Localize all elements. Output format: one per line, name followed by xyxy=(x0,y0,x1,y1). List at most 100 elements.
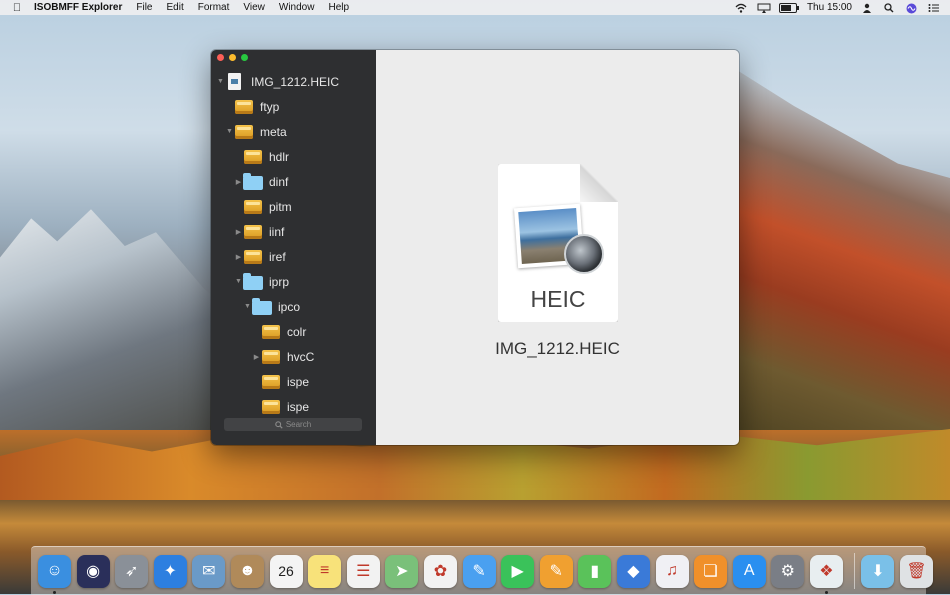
tree-row-label: iinf xyxy=(269,224,285,239)
tree-row[interactable]: ispe xyxy=(211,369,376,394)
tree-row-label: ispe xyxy=(287,399,310,414)
tree-row[interactable]: ▼ iprp xyxy=(211,269,376,294)
close-button[interactable] xyxy=(217,54,224,61)
reminders-icon[interactable]: ☰ xyxy=(346,554,380,588)
box-tree-sidebar: ▼ IMG_1212.HEIC ftyp ▼ meta hdlr ▶ dinf pitm ▶ iin… xyxy=(211,50,376,445)
itunes-icon[interactable]: ♫ xyxy=(655,554,689,588)
disclosure-triangle-icon[interactable]: ▶ xyxy=(234,178,243,186)
facetime-glyph: ▶ xyxy=(511,563,524,580)
siri-icon[interactable]: ◉ xyxy=(76,554,110,588)
messages-glyph: ✎ xyxy=(472,563,486,580)
menu-window[interactable]: Window xyxy=(279,2,315,13)
isobmff-explorer-icon[interactable]: ❖ xyxy=(809,554,843,594)
box-icon xyxy=(261,398,281,416)
numbers-glyph: ▮ xyxy=(590,563,600,580)
tree-row[interactable]: ▼ IMG_1212.HEIC xyxy=(211,69,376,94)
battery-icon[interactable] xyxy=(778,2,799,13)
clock[interactable]: Thu 15:00 xyxy=(807,2,852,13)
disclosure-triangle-icon[interactable]: ▼ xyxy=(216,78,225,85)
ibooks-glyph: ❏ xyxy=(703,563,718,580)
zoom-button[interactable] xyxy=(241,54,248,61)
tree-row[interactable]: colr xyxy=(211,319,376,344)
search-icon[interactable] xyxy=(884,2,896,13)
tree-row[interactable]: ispe xyxy=(211,394,376,415)
status-area: Thu 15:00 xyxy=(735,2,950,13)
pages-glyph: ✎ xyxy=(549,563,563,580)
preview-pane: HEIC IMG_1212.HEIC xyxy=(376,50,739,445)
notifications-icon[interactable] xyxy=(928,3,940,13)
tree-row[interactable]: ▶ iinf xyxy=(211,219,376,244)
siri-glyph: ◉ xyxy=(86,563,101,580)
system-preferences-icon[interactable]: ⚙ xyxy=(771,554,805,588)
messages-icon[interactable]: ✎ xyxy=(462,554,496,588)
ibooks-icon[interactable]: ❏ xyxy=(694,554,728,588)
system-preferences-glyph: ⚙ xyxy=(780,563,795,580)
siri-icon[interactable] xyxy=(906,3,918,13)
folder-icon xyxy=(243,172,263,191)
notes-glyph: ≡ xyxy=(319,562,330,579)
box-icon xyxy=(243,248,263,266)
disclosure-triangle-icon[interactable]: ▶ xyxy=(252,353,261,361)
tree-row[interactable]: pitm xyxy=(211,194,376,219)
tree-row[interactable]: ▼ meta xyxy=(211,119,376,144)
pages-icon[interactable]: ✎ xyxy=(539,554,573,588)
keynote-icon[interactable]: ◆ xyxy=(616,554,650,588)
disclosure-triangle-icon[interactable]: ▶ xyxy=(234,253,243,261)
tree-row[interactable]: ftyp xyxy=(211,94,376,119)
app-store-icon[interactable]: A xyxy=(732,554,766,588)
box-icon xyxy=(261,373,281,391)
photos-glyph: ✿ xyxy=(433,563,448,580)
search-icon xyxy=(275,420,283,429)
calendar-icon[interactable]: 26 xyxy=(269,554,303,588)
menu-view[interactable]: View xyxy=(243,2,265,13)
box-icon xyxy=(243,198,263,216)
launchpad-icon[interactable]: ➶ xyxy=(115,554,149,588)
menu-file[interactable]: File xyxy=(136,2,152,13)
maps-icon[interactable]: ➤ xyxy=(385,554,419,588)
tree-row[interactable]: ▼ ipco xyxy=(211,294,376,319)
finder-icon[interactable]: ☺ xyxy=(38,554,71,594)
downloads-folder-glyph: ⬇ xyxy=(871,563,885,580)
trash-icon[interactable]: 🗑 xyxy=(900,554,934,588)
menu-format[interactable]: Format xyxy=(198,2,230,13)
itunes-glyph: ♫ xyxy=(666,562,678,579)
running-indicator xyxy=(53,590,56,594)
apple-menu-icon[interactable]:  xyxy=(0,2,34,14)
finder-glyph: ☺ xyxy=(46,562,63,579)
minimize-button[interactable] xyxy=(229,54,236,61)
numbers-icon[interactable]: ▮ xyxy=(578,554,612,588)
tree-row-label: pitm xyxy=(269,199,292,214)
box-icon xyxy=(243,223,263,241)
mail-icon[interactable]: ✉ xyxy=(192,554,226,588)
facetime-icon[interactable]: ▶ xyxy=(501,554,535,588)
safari-icon[interactable]: ✦ xyxy=(153,554,187,588)
tree-row[interactable]: ▶ iref xyxy=(211,244,376,269)
app-menu[interactable]: ISOBMFF Explorer xyxy=(34,2,122,13)
wifi-icon[interactable] xyxy=(735,3,747,13)
tree-row-label: iref xyxy=(269,249,286,264)
disclosure-triangle-icon[interactable]: ▼ xyxy=(234,278,243,285)
search-field[interactable]: Search xyxy=(224,418,362,431)
user-icon[interactable] xyxy=(862,3,874,13)
disclosure-triangle-icon[interactable]: ▼ xyxy=(225,128,234,135)
tree-row[interactable]: hdlr xyxy=(211,144,376,169)
menu-edit[interactable]: Edit xyxy=(166,2,183,13)
disclosure-triangle-icon[interactable]: ▶ xyxy=(234,228,243,236)
photos-icon[interactable]: ✿ xyxy=(423,554,457,588)
contacts-icon[interactable]: ☻ xyxy=(230,554,264,588)
folder-icon xyxy=(252,297,272,316)
app-store-glyph: A xyxy=(743,562,755,579)
menu-help[interactable]: Help xyxy=(328,2,349,13)
file-icon xyxy=(225,72,245,91)
downloads-folder-icon[interactable]: ⬇ xyxy=(861,554,895,588)
tree-row[interactable]: ▶ dinf xyxy=(211,169,376,194)
notes-icon[interactable]: ≡ xyxy=(308,554,342,588)
keynote-glyph: ◆ xyxy=(627,563,640,580)
airplay-icon[interactable] xyxy=(757,3,771,13)
tree-row[interactable]: ▶ hvcC xyxy=(211,344,376,369)
tree-row-label: hdlr xyxy=(269,149,290,164)
disclosure-triangle-icon[interactable]: ▼ xyxy=(243,303,252,310)
tree-row-label: colr xyxy=(287,324,307,339)
safari-glyph: ✦ xyxy=(163,563,177,580)
maps-glyph: ➤ xyxy=(395,563,409,580)
